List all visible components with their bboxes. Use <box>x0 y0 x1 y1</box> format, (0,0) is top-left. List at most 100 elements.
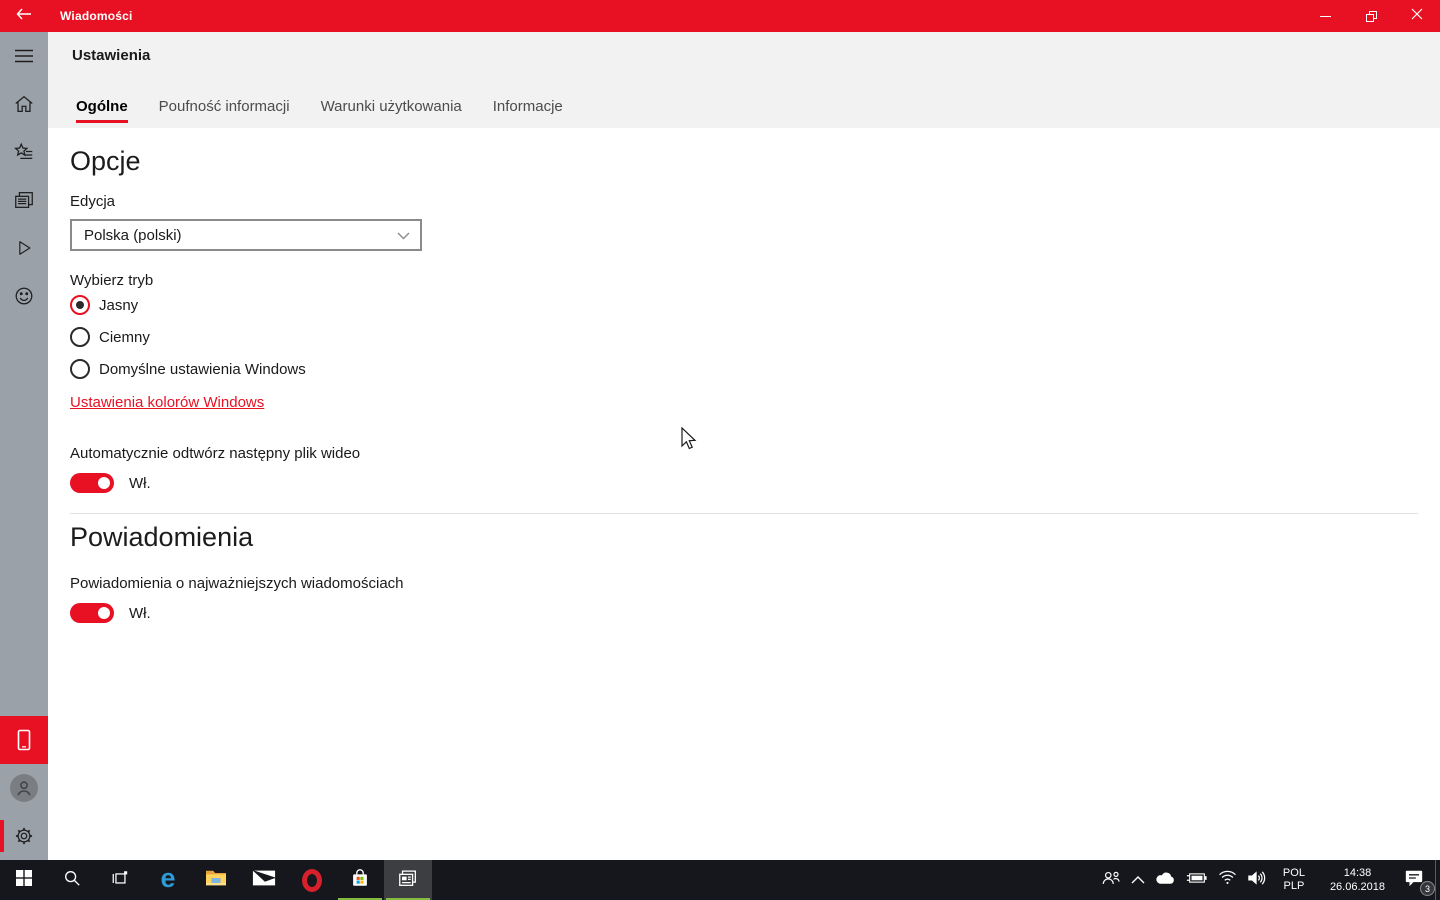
notification-badge: 3 <box>1420 881 1435 896</box>
active-tab-underline <box>76 120 128 123</box>
file-explorer-button[interactable] <box>192 860 240 900</box>
people-button[interactable] <box>1096 860 1126 900</box>
news-app-button[interactable] <box>384 860 432 900</box>
smiley-icon <box>13 285 35 307</box>
notifications-label: Powiadomienia o najważniejszych wiadomoś… <box>70 575 404 592</box>
autoplay-label: Automatycznie odtwórz następny plik wide… <box>70 445 361 462</box>
radio-button <box>70 327 90 347</box>
clock-time: 14:38 <box>1343 867 1372 879</box>
opera-button[interactable] <box>288 860 336 900</box>
taskbar-search-button[interactable] <box>48 860 96 900</box>
action-center-button[interactable]: 3 <box>1398 860 1435 900</box>
search-icon <box>63 869 81 892</box>
restore-button[interactable] <box>1348 0 1394 32</box>
sidebar-item-phone-promo[interactable] <box>0 716 48 764</box>
mode-group-label: Wybierz tryb <box>70 272 154 289</box>
task-view-icon <box>111 869 129 892</box>
chevron-up-icon <box>1131 871 1145 889</box>
edition-label: Edycja <box>70 193 116 210</box>
task-view-button[interactable] <box>96 860 144 900</box>
edition-dropdown[interactable]: Polska (polski) <box>70 219 422 251</box>
minimize-button[interactable] <box>1302 0 1348 32</box>
play-icon <box>14 238 34 258</box>
onedrive-cloud-icon <box>1155 871 1176 890</box>
page-title: Ustawienia <box>72 47 151 64</box>
hamburger-menu-icon <box>14 49 34 63</box>
taskbar: e POL PLP 14:38 26.06.2018 3 <box>0 860 1440 900</box>
start-button[interactable] <box>0 860 48 900</box>
minimize-icon <box>1319 15 1331 17</box>
tab-ogolne[interactable]: Ogólne <box>76 98 128 128</box>
sidebar-item-home[interactable] <box>0 80 48 128</box>
options-heading: Opcje <box>70 146 141 176</box>
chevron-down-icon <box>397 227 410 244</box>
store-button[interactable] <box>336 860 384 900</box>
battery-charging-icon <box>1186 871 1208 890</box>
people-icon <box>1101 869 1121 892</box>
windows-color-settings-link[interactable]: Ustawienia kolorów Windows <box>70 394 264 411</box>
autoplay-state: Wł. <box>129 474 151 492</box>
file-explorer-icon <box>205 868 227 893</box>
app-sidebar <box>0 32 48 860</box>
close-button[interactable] <box>1394 0 1440 32</box>
onedrive-button[interactable] <box>1150 860 1181 900</box>
sidebar-menu-button[interactable] <box>0 32 48 80</box>
volume-button[interactable] <box>1242 860 1271 900</box>
notifications-toggle[interactable] <box>70 603 114 623</box>
tab-warunki-uzytkowania[interactable]: Warunki użytkowania <box>321 98 462 128</box>
tab-poufnosc-informacji[interactable]: Poufność informacji <box>159 98 290 128</box>
window-title: Wiadomości <box>60 9 133 23</box>
opera-icon <box>302 868 322 892</box>
gear-icon <box>13 825 35 847</box>
close-icon <box>1411 7 1423 25</box>
autoplay-toggle-row: Wł. <box>70 473 1418 493</box>
settings-content: Opcje Edycja Polska (polski) Wybierz try… <box>48 128 1440 623</box>
clock[interactable]: 14:38 26.06.2018 <box>1317 860 1398 900</box>
star-list-icon <box>13 141 35 163</box>
edge-icon: e <box>160 863 176 893</box>
titlebar: Wiadomości <box>0 0 1440 32</box>
main-content: Ustawienia Ogólne Poufność informacji Wa… <box>48 32 1440 860</box>
sidebar-item-feedback[interactable] <box>0 272 48 320</box>
selected-item-indicator <box>0 820 4 852</box>
settings-tabs: Ogólne Poufność informacji Warunki użytk… <box>76 98 563 128</box>
autoplay-toggle[interactable] <box>70 473 114 493</box>
show-desktop-button[interactable] <box>1435 860 1440 900</box>
radio-option-domyslne[interactable]: Domyślne ustawienia Windows <box>70 353 1418 385</box>
toggle-knob <box>98 477 110 489</box>
restore-icon <box>1365 10 1377 22</box>
tab-informacje[interactable]: Informacje <box>493 98 563 128</box>
sidebar-item-video[interactable] <box>0 224 48 272</box>
clock-date: 26.06.2018 <box>1329 881 1385 893</box>
back-arrow-icon <box>16 7 32 25</box>
newspapers-icon <box>13 189 35 211</box>
hidden-icons-button[interactable] <box>1126 860 1150 900</box>
sidebar-item-news-sources[interactable] <box>0 176 48 224</box>
store-icon <box>349 867 371 894</box>
language-code: POL <box>1282 867 1305 879</box>
wifi-button[interactable] <box>1213 860 1242 900</box>
radio-button-selected <box>70 295 90 315</box>
notifications-state: Wł. <box>129 604 151 622</box>
keyboard-layout-code: PLP <box>1283 880 1305 892</box>
phone-icon <box>15 728 33 752</box>
mail-button[interactable] <box>240 860 288 900</box>
edge-button[interactable]: e <box>144 860 192 900</box>
system-tray: POL PLP 14:38 26.06.2018 3 <box>1096 860 1440 900</box>
language-indicator[interactable]: POL PLP <box>1271 860 1317 900</box>
wifi-icon <box>1218 870 1237 890</box>
sidebar-item-account[interactable] <box>0 764 48 812</box>
radio-option-ciemny[interactable]: Ciemny <box>70 321 1418 353</box>
radio-button <box>70 359 90 379</box>
avatar <box>10 774 38 802</box>
notifications-heading: Powiadomienia <box>70 522 254 552</box>
volume-icon <box>1247 870 1266 891</box>
toggle-knob <box>98 607 110 619</box>
battery-button[interactable] <box>1181 860 1213 900</box>
home-icon <box>13 93 35 115</box>
radio-option-jasny[interactable]: Jasny <box>70 289 1418 321</box>
sidebar-item-interests[interactable] <box>0 128 48 176</box>
window-controls <box>1302 0 1440 32</box>
sidebar-item-settings[interactable] <box>0 812 48 860</box>
back-button[interactable] <box>0 0 48 32</box>
